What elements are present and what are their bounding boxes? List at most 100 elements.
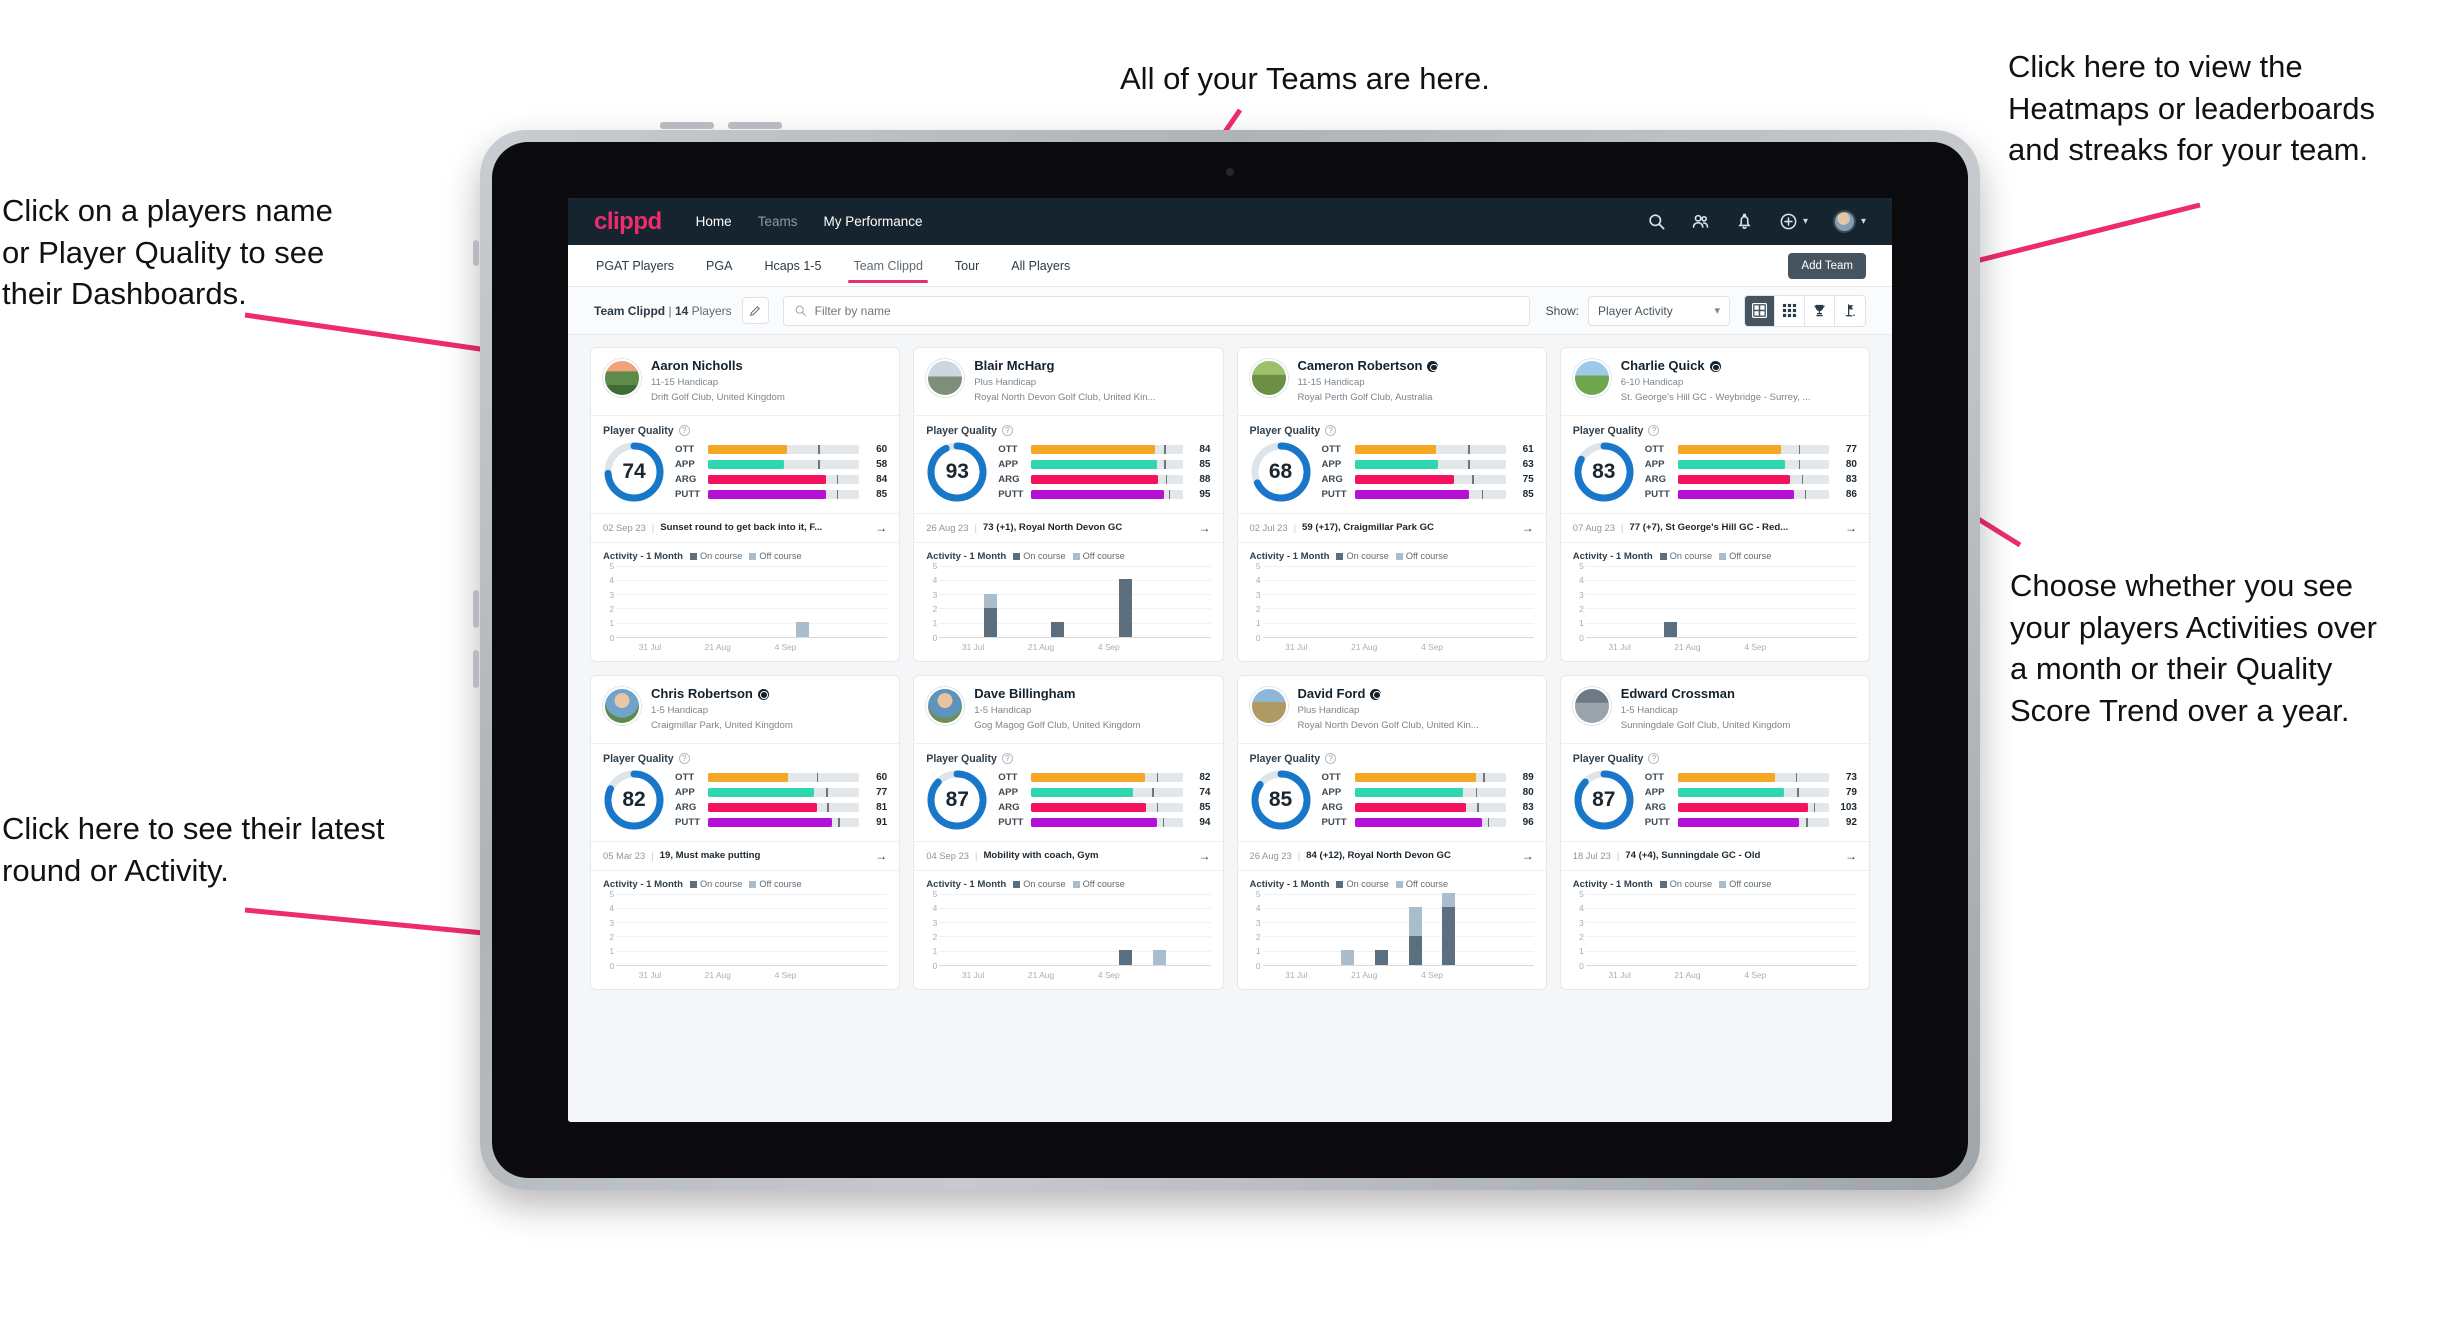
player-avatar[interactable] <box>1249 359 1288 397</box>
quality-score-ring[interactable]: 93 <box>926 441 988 503</box>
players-grid-wrapper[interactable]: Aaron Nicholls 11-15 Handicap Drift Golf C… <box>568 335 1892 1122</box>
tab-pgat-players[interactable]: PGAT Players <box>594 248 676 283</box>
player-name[interactable]: Charlie Quick <box>1621 358 1811 374</box>
player-quality-label[interactable]: Player Quality <box>926 425 997 437</box>
help-icon[interactable]: ? <box>678 753 690 765</box>
player-card[interactable]: Cameron Robertson 11-15 Handicap Royal Per… <box>1236 347 1547 662</box>
player-avatar[interactable] <box>926 686 965 725</box>
player-quality-label[interactable]: Player Quality <box>1573 425 1644 437</box>
clippd-logo[interactable]: clippd <box>594 208 662 236</box>
player-avatar[interactable] <box>1572 359 1611 397</box>
grid-3x3-view-button[interactable] <box>1775 295 1805 326</box>
help-icon[interactable]: ? <box>1648 753 1660 765</box>
player-card-header[interactable]: David Ford Plus Handicap Royal North Devon… <box>1237 676 1546 744</box>
nav-link-my-performance[interactable]: My Performance <box>823 214 922 229</box>
quality-score-ring[interactable]: 85 <box>1250 769 1312 831</box>
arrow-right-icon[interactable]: → <box>875 521 887 535</box>
player-quality-label[interactable]: Player Quality <box>1573 753 1644 765</box>
bell-icon[interactable] <box>1735 212 1754 231</box>
player-card[interactable]: Chris Robertson 1-5 Handicap Craigmillar P… <box>590 674 901 990</box>
latest-round-row[interactable]: 02 Sep 23 | Sunset round to get back into … <box>591 512 900 543</box>
search-field[interactable] <box>782 295 1530 326</box>
help-icon[interactable]: ? <box>1001 425 1013 437</box>
player-name[interactable]: Cameron Robertson <box>1298 358 1439 374</box>
player-card[interactable]: Charlie Quick 6-10 Handicap St. George's H… <box>1559 347 1870 662</box>
help-icon[interactable]: ? <box>1325 753 1337 765</box>
golf-flag-heatmap-view-button[interactable] <box>1835 296 1865 326</box>
search-input[interactable] <box>814 303 1519 318</box>
profile-menu-button[interactable]: ▾ <box>1832 210 1866 233</box>
player-card-header[interactable]: Dave Billingham 1-5 Handicap Gog Magog Gol… <box>914 676 1223 744</box>
arrow-right-icon[interactable]: → <box>1845 521 1857 535</box>
player-name[interactable]: Dave Billingham <box>974 686 1140 702</box>
player-name[interactable]: David Ford <box>1298 686 1479 702</box>
player-card-header[interactable]: Charlie Quick 6-10 Handicap St. George's H… <box>1560 348 1869 416</box>
latest-round-row[interactable]: 18 Jul 23 | 74 (+4), Sunningdale GC - Old → <box>1560 840 1869 871</box>
arrow-right-icon[interactable]: → <box>875 849 887 863</box>
latest-round-row[interactable]: 02 Jul 23 | 59 (+17), Craigmillar Park GC → <box>1237 512 1546 543</box>
quality-score-ring[interactable]: 74 <box>603 441 665 503</box>
tab-hcaps-1-5[interactable]: Hcaps 1-5 <box>762 248 823 283</box>
trophy-leaderboard-view-button[interactable] <box>1805 295 1835 326</box>
search-icon[interactable] <box>1647 212 1666 231</box>
arrow-right-icon[interactable]: → <box>1199 521 1211 535</box>
add-team-button[interactable]: Add Team <box>1788 252 1866 279</box>
player-name[interactable]: Chris Robertson <box>651 686 793 702</box>
player-card-header[interactable]: Cameron Robertson 11-15 Handicap Royal Per… <box>1237 348 1546 416</box>
player-quality-label[interactable]: Player Quality <box>1250 425 1321 437</box>
nav-link-teams[interactable]: Teams <box>758 214 798 229</box>
help-icon[interactable]: ? <box>678 425 690 437</box>
help-icon[interactable]: ? <box>1325 425 1337 437</box>
player-card-header[interactable]: Edward Crossman 1-5 Handicap Sunningdale G… <box>1560 676 1869 744</box>
player-name[interactable]: Aaron Nicholls <box>651 358 785 374</box>
player-name[interactable]: Edward Crossman <box>1621 686 1791 702</box>
player-card-header[interactable]: Aaron Nicholls 11-15 Handicap Drift Golf C… <box>591 348 900 416</box>
tab-all-players[interactable]: All Players <box>1009 248 1072 283</box>
help-icon[interactable]: ? <box>1648 425 1660 437</box>
player-quality-label[interactable]: Player Quality <box>1250 753 1321 765</box>
player-avatar[interactable] <box>603 359 641 397</box>
player-quality-label[interactable]: Player Quality <box>603 753 674 765</box>
plus-circle-icon[interactable] <box>1779 212 1798 231</box>
player-name[interactable]: Blair McHarg <box>974 358 1155 374</box>
player-card[interactable]: Aaron Nicholls 11-15 Handicap Drift Golf C… <box>590 347 901 662</box>
nav-link-home[interactable]: Home <box>696 214 732 229</box>
player-card[interactable]: David Ford Plus Handicap Royal North Devon… <box>1236 674 1547 990</box>
player-avatar[interactable] <box>1572 686 1611 725</box>
latest-round-row[interactable]: 26 Aug 23 | 84 (+12), Royal North Devon GC… <box>1237 840 1546 871</box>
player-card-header[interactable]: Blair McHarg Plus Handicap Royal North Dev… <box>914 348 1223 416</box>
arrow-right-icon[interactable]: → <box>1199 849 1211 863</box>
add-menu-button[interactable]: ▾ <box>1779 212 1808 231</box>
tab-pga[interactable]: PGA <box>704 248 734 283</box>
arrow-right-icon[interactable]: → <box>1845 849 1857 863</box>
show-select[interactable]: Player Activity ▾ <box>1588 295 1730 326</box>
latest-round-row[interactable]: 07 Aug 23 | 77 (+7), St George's Hill GC -… <box>1560 512 1869 543</box>
help-icon[interactable]: ? <box>1001 753 1013 765</box>
player-avatar[interactable] <box>926 359 965 397</box>
quality-score-ring[interactable]: 87 <box>926 769 988 831</box>
quality-score-ring[interactable]: 82 <box>603 769 665 831</box>
player-avatar[interactable] <box>1249 686 1288 725</box>
people-icon[interactable] <box>1691 212 1710 231</box>
quality-score-ring[interactable]: 68 <box>1250 441 1312 503</box>
latest-round-row[interactable]: 05 Mar 23 | 19, Must make putting → <box>591 840 900 871</box>
player-avatar[interactable] <box>603 686 641 725</box>
arrow-right-icon[interactable]: → <box>1522 521 1534 535</box>
grid-2x2-view-button[interactable] <box>1745 295 1775 326</box>
latest-round-row[interactable]: 04 Sep 23 | Mobility with coach, Gym → <box>914 840 1223 871</box>
arrow-right-icon[interactable]: → <box>1522 849 1534 863</box>
edit-team-button[interactable] <box>741 297 769 324</box>
player-card[interactable]: Edward Crossman 1-5 Handicap Sunningdale G… <box>1559 674 1870 990</box>
round-separator: | <box>1620 522 1624 534</box>
quality-score-ring[interactable]: 83 <box>1573 441 1635 503</box>
tab-tour[interactable]: Tour <box>953 248 981 283</box>
player-card[interactable]: Blair McHarg Plus Handicap Royal North Dev… <box>913 347 1224 662</box>
player-quality-label[interactable]: Player Quality <box>603 425 674 437</box>
quality-score-ring[interactable]: 87 <box>1573 769 1635 831</box>
avatar[interactable] <box>1832 210 1856 233</box>
player-card-header[interactable]: Chris Robertson 1-5 Handicap Craigmillar P… <box>591 676 900 744</box>
latest-round-row[interactable]: 26 Aug 23 | 73 (+1), Royal North Devon GC → <box>914 512 1223 543</box>
player-quality-label[interactable]: Player Quality <box>926 753 997 765</box>
tab-team-clippd[interactable]: Team Clippd <box>848 248 929 283</box>
player-card[interactable]: Dave Billingham 1-5 Handicap Gog Magog Gol… <box>913 674 1224 990</box>
